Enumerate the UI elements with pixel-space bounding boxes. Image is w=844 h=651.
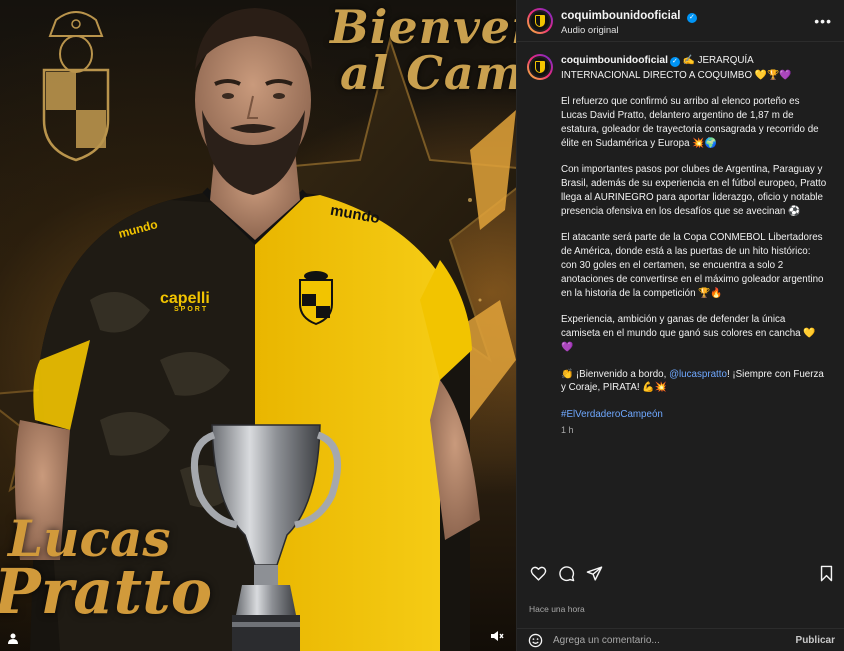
mention-link[interactable]: @lucaspratto (669, 369, 727, 380)
caption-intro: coquimbounidooficial ✓ ✍️ JERARQUÍA INTER… (561, 54, 827, 83)
headline-line-1: Bienvenido (330, 0, 516, 54)
emoji-button[interactable] (527, 632, 543, 648)
save-button[interactable] (815, 562, 837, 584)
post-timestamp[interactable]: Hace una hora (529, 604, 585, 614)
mute-button[interactable] (488, 627, 506, 645)
comment-icon (558, 565, 574, 581)
header-username-link[interactable]: coquimbounidooficial (561, 10, 680, 22)
user-icon (8, 633, 18, 644)
club-crest-icon (535, 61, 545, 73)
player-last-name: Pratto (0, 554, 213, 628)
more-horizontal-icon: ••• (814, 12, 832, 29)
share-button[interactable] (583, 562, 605, 584)
caption-paragraph: Con importantes pasos por clubes de Arge… (561, 164, 827, 217)
headline-line-2: al Campeón (340, 46, 516, 100)
audio-link[interactable]: Audio original (561, 25, 810, 37)
heart-icon (530, 566, 546, 581)
caption-paragraph: Experiencia, ambición y ganas de defende… (561, 314, 816, 354)
share-icon (586, 565, 602, 581)
comment-bar: Publicar (517, 628, 844, 651)
welcome-text-before: 👏 ¡Bienvenido a bordo, (561, 368, 670, 380)
bookmark-icon (820, 565, 832, 581)
verified-badge-icon: ✓ (669, 57, 680, 67)
post-media[interactable]: Bienvenido al Campeón capelli SPORT mund… (0, 0, 516, 651)
avatar-image (529, 9, 551, 32)
caption-welcome: 👏 ¡Bienvenido a bordo, @lucaspratto! ¡Si… (561, 368, 827, 396)
post-header: coquimbounidooficial ✓ Audio original ••… (517, 0, 844, 42)
hashtag-link[interactable]: #ElVerdaderoCampeón (561, 409, 663, 420)
comment-input[interactable] (553, 634, 796, 646)
player-name: Lucas Pratto (0, 514, 213, 628)
caption-paragraph: El atacante será parte de la Copa CONMEB… (561, 232, 824, 299)
caption-hashtags: #ElVerdaderoCampeón (561, 408, 827, 422)
emoji-icon (528, 633, 542, 647)
caption-avatar[interactable] (527, 54, 553, 80)
header-text: coquimbounidooficial ✓ Audio original (561, 5, 810, 37)
tagged-accounts-button[interactable] (6, 631, 20, 645)
verified-badge-icon: ✓ (686, 12, 697, 23)
caption-body: coquimbounidooficial ✓ ✍️ JERARQUÍA INTER… (561, 54, 827, 437)
caption: coquimbounidooficial ✓ ✍️ JERARQUÍA INTER… (517, 42, 844, 437)
jersey-sponsor-chest-text: capelli (160, 290, 210, 307)
jersey-sponsor-chest: capelli SPORT (160, 290, 210, 313)
like-button[interactable] (527, 562, 549, 584)
comment-button[interactable] (555, 562, 577, 584)
jersey-sponsor-chest-sub: SPORT (174, 306, 209, 313)
speaker-muted-icon (491, 631, 504, 641)
avatar[interactable] (527, 7, 553, 34)
publish-button[interactable]: Publicar (796, 635, 835, 646)
post-details-panel: coquimbounidooficial ✓ Audio original ••… (516, 0, 844, 651)
caption-username-link[interactable]: coquimbounidooficial (561, 55, 668, 66)
caption-paragraph: El refuerzo que confirmó su arribo al el… (561, 96, 819, 149)
more-options-button[interactable]: ••• (810, 9, 836, 33)
post-actions (517, 561, 844, 585)
caption-avatar-image (529, 56, 551, 78)
media-headline: Bienvenido al Campeón (330, 0, 516, 96)
club-crest-icon (535, 14, 545, 27)
caption-timestamp[interactable]: 1 h (561, 424, 827, 437)
